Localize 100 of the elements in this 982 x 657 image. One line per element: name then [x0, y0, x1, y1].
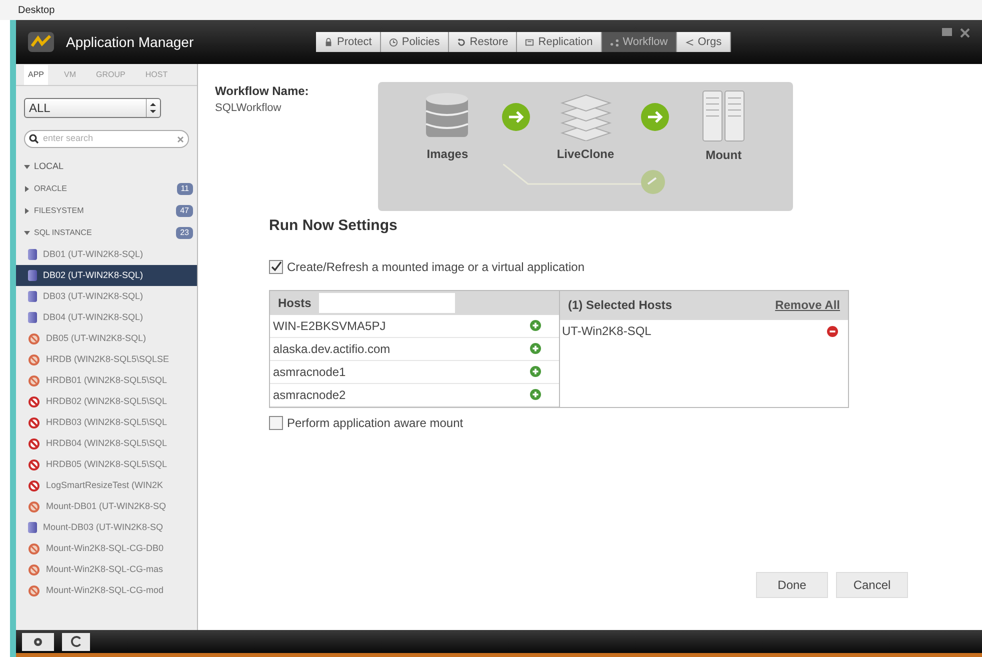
- tree-node[interactable]: LOCAL: [16, 156, 197, 178]
- arrow-right-icon: [501, 102, 532, 132]
- caret-down-icon[interactable]: [24, 230, 30, 236]
- database-icon: [28, 522, 37, 533]
- caret-right-icon[interactable]: [24, 208, 30, 214]
- dialog-button[interactable]: Cancel: [836, 572, 908, 598]
- tree-item[interactable]: Mount-Win2K8-SQL-CG-mod: [16, 580, 197, 601]
- nav-tab[interactable]: Policies: [380, 32, 449, 52]
- prohibited-icon: [28, 458, 40, 470]
- add-icon[interactable]: [530, 366, 541, 377]
- tree-item[interactable]: DB03 (UT-WIN2K8-SQL): [16, 286, 197, 307]
- tree-item[interactable]: Mount-Win2K8-SQL-CG-DB0: [16, 538, 197, 559]
- checkbox-label: Perform application aware mount: [287, 414, 464, 432]
- search-field[interactable]: enter search: [24, 130, 189, 148]
- settings-icon: [32, 636, 44, 648]
- prohibited-icon: [28, 480, 40, 492]
- menu-icon[interactable]: [942, 28, 952, 38]
- hosts-filter-field[interactable]: [319, 292, 456, 312]
- tree-node[interactable]: ORACLE 11: [16, 178, 197, 200]
- hosts-title: Hosts: [278, 294, 312, 312]
- host-name[interactable]: WIN-E2BKSVMA5PJ: [273, 316, 386, 334]
- add-icon[interactable]: [530, 320, 541, 331]
- settings-button[interactable]: [22, 632, 54, 650]
- caret-down-icon[interactable]: [24, 164, 30, 170]
- clock-icon: [388, 38, 398, 46]
- desktop-title: Desktop: [18, 4, 55, 18]
- host-name[interactable]: asmracnode2: [273, 386, 346, 404]
- close-icon[interactable]: [960, 28, 970, 38]
- count-badge: 23: [176, 227, 193, 239]
- tree-item[interactable]: Mount-DB03 (UT-WIN2K8-SQ: [16, 517, 197, 538]
- selected-host-name: UT-Win2K8-SQL: [562, 323, 652, 340]
- nav-tab[interactable]: Orgs: [676, 32, 731, 52]
- database-icon: [28, 270, 37, 281]
- prohibited-icon: [28, 416, 40, 428]
- prohibited-icon: [28, 500, 40, 512]
- prohibited-icon: [28, 438, 40, 450]
- tree-node[interactable]: FILESYSTEM 47: [16, 200, 197, 222]
- nav-tab[interactable]: Replication: [517, 32, 602, 52]
- tree-node[interactable]: SQL INSTANCE 23: [16, 222, 197, 244]
- tree-item[interactable]: DB01 (UT-WIN2K8-SQL): [16, 244, 197, 265]
- tree-item[interactable]: Mount-DB01 (UT-WIN2K8-SQ: [16, 496, 197, 517]
- checkbox[interactable]: [269, 416, 283, 430]
- copy-icon: [525, 38, 534, 46]
- tree-item[interactable]: HRDB01 (WIN2K8-SQL5\SQL: [16, 370, 197, 391]
- tree-item[interactable]: HRDB (WIN2K8-SQL5\SQLSE: [16, 349, 197, 370]
- tree-node-label: ORACLE: [34, 183, 67, 195]
- caret-right-icon[interactable]: [24, 186, 30, 192]
- database-icon: [28, 312, 37, 323]
- share-icon: [684, 38, 694, 46]
- host-name[interactable]: asmracnode1: [273, 362, 346, 380]
- count-badge: 47: [176, 205, 193, 217]
- sidebar-tab[interactable]: HOST: [141, 64, 172, 84]
- add-icon[interactable]: [530, 389, 541, 400]
- tree-item[interactable]: DB05 (UT-WIN2K8-SQL): [16, 328, 197, 349]
- tree-item[interactable]: DB02 (UT-WIN2K8-SQL): [16, 265, 197, 286]
- clear-icon[interactable]: [177, 136, 184, 142]
- filter-select[interactable]: ALL: [24, 98, 161, 118]
- dialog-button[interactable]: Done: [756, 572, 828, 598]
- sidebar-tab[interactable]: VM: [60, 64, 80, 84]
- prohibited-icon: [28, 542, 40, 554]
- nav-tab[interactable]: Protect: [316, 32, 381, 52]
- workflow-icon: [610, 38, 619, 46]
- search-input[interactable]: enter search: [43, 132, 173, 146]
- sidebar-tab[interactable]: GROUP: [92, 64, 130, 84]
- logo-icon: [28, 32, 54, 52]
- prohibited-icon: [28, 564, 40, 576]
- tree-item[interactable]: HRDB05 (WIN2K8-SQL5\SQL: [16, 454, 197, 475]
- tree-item[interactable]: Mount-Win2K8-SQL-CG-mas: [16, 559, 197, 580]
- add-icon[interactable]: [530, 343, 541, 354]
- arrow-right-icon: [640, 102, 670, 132]
- refresh-button[interactable]: [62, 632, 90, 650]
- tree-item[interactable]: HRDB03 (WIN2K8-SQL5\SQL: [16, 412, 197, 433]
- tree-node-label: SQL INSTANCE: [34, 227, 92, 239]
- workflow-name-label: Workflow Name:: [215, 83, 310, 100]
- prohibited-icon: [28, 584, 40, 596]
- database-icon: [28, 249, 37, 260]
- prohibited-icon: [28, 332, 40, 344]
- stage-label: LiveClone: [556, 146, 614, 163]
- host-name[interactable]: alaska.dev.actifio.com: [273, 340, 390, 358]
- check-icon: [270, 261, 282, 272]
- checkbox[interactable]: [269, 260, 283, 274]
- servers-icon: [702, 90, 746, 142]
- remove-icon[interactable]: [827, 326, 838, 336]
- prohibited-icon: [28, 396, 40, 408]
- search-icon: [29, 134, 39, 144]
- tree-item[interactable]: HRDB04 (WIN2K8-SQL5\SQL: [16, 433, 197, 454]
- sidebar-tab[interactable]: APP: [24, 64, 48, 84]
- section-title: Run Now Settings: [269, 216, 398, 236]
- selected-hosts-title: (1) Selected Hosts: [568, 297, 672, 314]
- workflow-name: SQLWorkflow: [215, 101, 282, 116]
- tree-node-label: FILESYSTEM: [34, 205, 84, 217]
- remove-all-link[interactable]: Remove All: [775, 296, 840, 314]
- count-badge: 11: [176, 183, 193, 195]
- nav-tab[interactable]: Restore: [448, 32, 518, 52]
- lock-icon: [324, 38, 333, 46]
- tree-item[interactable]: HRDB02 (WIN2K8-SQL5\SQL: [16, 391, 197, 412]
- nav-tab[interactable]: Workflow: [602, 32, 677, 52]
- tree-item[interactable]: LogSmartResizeTest (WIN2K: [16, 475, 197, 496]
- app-title: Application Manager: [66, 32, 195, 52]
- tree-item[interactable]: DB04 (UT-WIN2K8-SQL): [16, 307, 197, 328]
